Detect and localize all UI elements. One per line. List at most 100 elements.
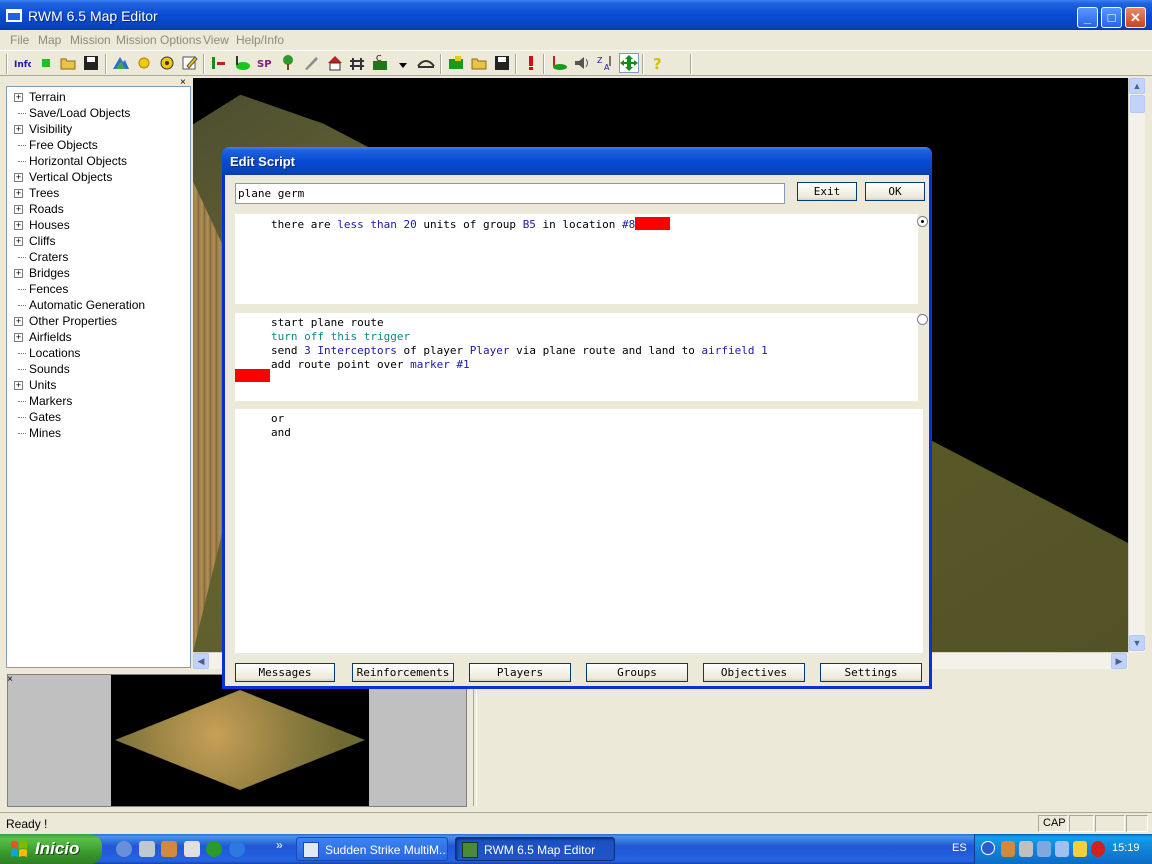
expand-icon[interactable]: + — [14, 173, 23, 182]
task-rwm-map-editor[interactable]: RWM 6.5 Map Editor — [455, 837, 615, 861]
script-parameter[interactable]: #8 — [622, 218, 635, 231]
menu-file[interactable]: File — [10, 33, 29, 47]
tree-item-gates[interactable]: Gates — [7, 409, 190, 425]
start-button[interactable]: Inicio — [0, 834, 102, 864]
script-parameter[interactable]: marker #1 — [410, 358, 470, 371]
quicklaunch-more-icon[interactable]: » — [276, 838, 283, 852]
units-icon[interactable] — [210, 54, 228, 72]
exit-button[interactable]: Exit — [797, 182, 857, 201]
expand-icon[interactable]: + — [14, 189, 23, 198]
tree-item-cliffs[interactable]: + Cliffs — [7, 233, 190, 249]
script-line[interactable]: add route point over marker #1 — [271, 358, 470, 371]
settings-icon[interactable] — [158, 54, 176, 72]
green-folder-icon[interactable] — [447, 54, 465, 72]
tree-item-mines[interactable]: Mines — [7, 425, 190, 441]
map-vertical-scrollbar[interactable]: ▲ ▼ — [1128, 78, 1145, 652]
ok-button[interactable]: OK — [865, 182, 925, 201]
quicklaunch-tool-icon[interactable] — [139, 841, 155, 857]
tree-item-bridges[interactable]: + Bridges — [7, 265, 190, 281]
tray-app-icon[interactable] — [1001, 841, 1015, 857]
tree-item-markers[interactable]: Markers — [7, 393, 190, 409]
save-icon[interactable] — [82, 54, 100, 72]
conditions-box[interactable]: there are less than 20 units of group B5… — [235, 214, 918, 304]
quicklaunch-globe-icon[interactable] — [116, 841, 132, 857]
quicklaunch-network-icon[interactable] — [206, 841, 222, 857]
tray-star-icon[interactable] — [1055, 841, 1069, 857]
tray-security-icon[interactable] — [1091, 841, 1105, 857]
script-line[interactable]: start plane route — [271, 316, 384, 329]
conditions-radio[interactable] — [917, 216, 928, 227]
scroll-right-icon[interactable]: ▶ — [1111, 653, 1127, 669]
script-parameter[interactable]: turn off this trigger — [271, 330, 410, 343]
unit-place-icon[interactable] — [550, 54, 568, 72]
brush-icon[interactable] — [302, 54, 320, 72]
script-line[interactable]: there are less than 20 units of group B5… — [271, 217, 671, 231]
folder-icon[interactable] — [470, 54, 488, 72]
sort-icon[interactable]: ZA — [596, 54, 614, 72]
menu-mission[interactable]: Mission — [70, 33, 111, 47]
bridge-icon[interactable] — [417, 54, 435, 72]
dropdown-icon[interactable] — [394, 54, 412, 72]
expand-icon[interactable]: + — [14, 93, 23, 102]
expand-icon[interactable]: + — [14, 221, 23, 230]
house-icon[interactable] — [326, 54, 344, 72]
tree-item-other-properties[interactable]: + Other Properties — [7, 313, 190, 329]
close-button[interactable]: ✕ — [1125, 7, 1146, 28]
expand-icon[interactable]: + — [14, 381, 23, 390]
tree-item-automatic-generation[interactable]: Automatic Generation — [7, 297, 190, 313]
actions-box[interactable]: start plane route turn off this trigger se… — [235, 313, 918, 401]
expand-icon[interactable]: + — [14, 333, 23, 342]
open-icon[interactable] — [59, 54, 77, 72]
script-parameter[interactable]: less than 20 — [337, 218, 416, 231]
tree-item-save-load-objects[interactable]: Save/Load Objects — [7, 105, 190, 121]
tree-item-vertical-objects[interactable]: + Vertical Objects — [7, 169, 190, 185]
tree-item-roads[interactable]: + Roads — [7, 201, 190, 217]
c-icon[interactable]: C — [371, 54, 389, 72]
tree-icon[interactable] — [279, 54, 297, 72]
task-sudden-strike[interactable]: Sudden Strike MultiM... — [296, 837, 448, 861]
script-parameter[interactable]: airfield 1 — [702, 344, 768, 357]
script-parameter[interactable]: B5 — [523, 218, 536, 231]
tree-item-airfields[interactable]: + Airfields — [7, 329, 190, 345]
logic-option-or[interactable]: or — [271, 412, 284, 425]
terrain-icon[interactable] — [112, 54, 130, 72]
move-icon[interactable] — [619, 53, 639, 73]
tree-item-craters[interactable]: Craters — [7, 249, 190, 265]
minimize-button[interactable]: _ — [1077, 7, 1098, 28]
object-tree[interactable]: + Terrain Save/Load Objects + Visibility Free… — [6, 86, 191, 668]
menu-help-info[interactable]: Help/Info — [236, 33, 284, 47]
tray-tool-icon[interactable] — [1019, 841, 1033, 857]
menu-view[interactable]: View — [203, 33, 229, 47]
panel-splitter[interactable] — [473, 674, 477, 806]
actions-radio[interactable] — [917, 314, 928, 325]
expand-icon[interactable]: + — [14, 205, 23, 214]
quicklaunch-game-icon[interactable] — [161, 841, 177, 857]
script-line[interactable]: turn off this trigger — [271, 330, 410, 343]
maximize-button[interactable]: □ — [1101, 7, 1122, 28]
title-bar[interactable]: RWM 6.5 Map Editor _ □ ✕ — [0, 0, 1152, 30]
tree-item-trees[interactable]: + Trees — [7, 185, 190, 201]
tree-item-locations[interactable]: Locations — [7, 345, 190, 361]
tree-item-horizontal-objects[interactable]: Horizontal Objects — [7, 153, 190, 169]
edit-icon[interactable] — [181, 54, 199, 72]
players-button[interactable]: Players — [469, 663, 571, 682]
scroll-thumb[interactable] — [1130, 95, 1145, 113]
expand-icon[interactable]: + — [14, 317, 23, 326]
tree-item-visibility[interactable]: + Visibility — [7, 121, 190, 137]
sp-icon[interactable]: SP — [256, 54, 274, 72]
tree-item-free-objects[interactable]: Free Objects — [7, 137, 190, 153]
info-icon[interactable]: Info — [13, 54, 31, 72]
objectives-button[interactable]: Objectives — [703, 663, 805, 682]
tree-item-terrain[interactable]: + Terrain — [7, 89, 190, 105]
minimap-close-icon[interactable]: × — [7, 674, 13, 685]
alert-icon[interactable] — [522, 54, 540, 72]
sound-icon[interactable] — [573, 54, 591, 72]
save-floppy-icon[interactable] — [493, 54, 511, 72]
app-window-icon[interactable] — [6, 9, 22, 22]
tray-network-icon[interactable] — [1037, 841, 1051, 857]
tree-item-units[interactable]: + Units — [7, 377, 190, 393]
shape-icon[interactable] — [233, 54, 251, 72]
tree-item-houses[interactable]: + Houses — [7, 217, 190, 233]
language-indicator[interactable]: ES — [952, 842, 967, 854]
messages-button[interactable]: Messages — [235, 663, 335, 682]
